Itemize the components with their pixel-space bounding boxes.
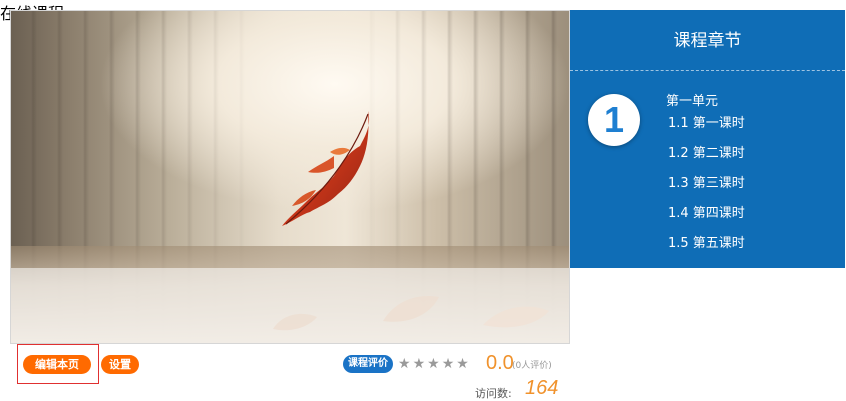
star-icon[interactable]: ★ [456, 354, 469, 374]
star-icon[interactable]: ★ [398, 354, 411, 374]
lesson-item[interactable]: 1.4 第四课时 [668, 204, 745, 234]
rating-score: 0.0 [486, 352, 514, 374]
star-icon[interactable]: ★ [413, 354, 426, 374]
course-cover [10, 10, 570, 344]
star-icon[interactable]: ★ [442, 354, 455, 374]
rating-stars[interactable]: ★ ★ ★ ★ ★ [398, 354, 469, 374]
lesson-item[interactable]: 1.5 第五课时 [668, 234, 745, 264]
autumn-leaf-icon [282, 111, 370, 226]
focus-highlight [17, 344, 99, 384]
lesson-list: 1.1 第一课时 1.2 第二课时 1.3 第三课时 1.4 第四课时 1.5 … [668, 114, 745, 264]
lesson-item[interactable]: 1.3 第三课时 [668, 174, 745, 204]
title-band [11, 268, 569, 343]
visits-label: 访问数: [475, 387, 512, 400]
review-count: (0人评价) [512, 361, 552, 371]
lesson-item[interactable]: 1.1 第一课时 [668, 114, 745, 144]
visits-count: 164 [525, 377, 559, 399]
lesson-item[interactable]: 1.2 第二课时 [668, 144, 745, 174]
chapter-panel-title: 课程章节 [570, 10, 845, 71]
unit-title-link[interactable]: 第一单元 [666, 90, 718, 109]
star-icon[interactable]: ★ [427, 354, 440, 374]
course-rating-badge[interactable]: 课程评价 [343, 355, 393, 373]
chapter-panel: 课程章节 1 第一单元 1.1 第一课时 1.2 第二课时 1.3 第三课时 1… [570, 10, 845, 268]
settings-button[interactable]: 设置 [101, 355, 139, 374]
unit-number-badge: 1 [588, 94, 640, 146]
